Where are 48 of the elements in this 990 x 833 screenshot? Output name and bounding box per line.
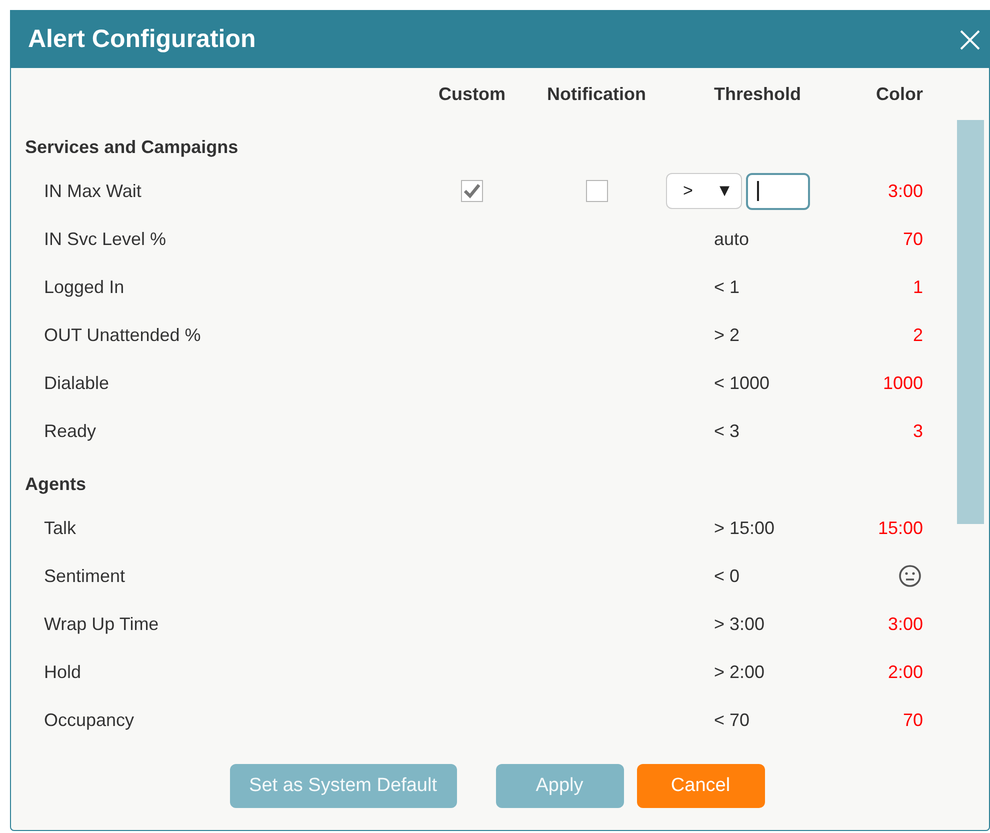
window-title: Alert Configuration (28, 25, 256, 54)
color-value: 3:00 (888, 180, 923, 202)
close-icon[interactable] (959, 28, 981, 50)
color-value: 15:00 (878, 518, 923, 538)
action-button[interactable]: Cancel (636, 764, 764, 808)
row-label: Occupancy (43, 710, 136, 730)
column-header: Custom (438, 84, 506, 104)
column-header: Threshold (713, 84, 802, 104)
color-value: 2:00 (888, 662, 923, 682)
row-label: IN Max Wait (43, 180, 142, 202)
threshold-text: > 15:00 (713, 518, 776, 538)
threshold-input[interactable] (746, 172, 810, 210)
threshold-text: < 70 (713, 710, 751, 730)
column-header: Color (876, 84, 923, 104)
threshold-text: > 2 (713, 324, 741, 346)
row-label: Sentiment (43, 566, 126, 586)
section-header: Agents (25, 472, 88, 496)
row-label: Ready (43, 420, 98, 442)
color-value: 70 (902, 710, 923, 730)
row-label: OUT Unattended % (43, 324, 202, 346)
row-label: IN Svc Level % (43, 228, 168, 250)
threshold-text: > 2:00 (713, 662, 766, 682)
color-value: 1000 (882, 372, 923, 394)
custom-checkbox[interactable] (461, 180, 483, 202)
row-label: Dialable (43, 372, 110, 394)
row-label: Wrap Up Time (43, 614, 160, 634)
section-header: Services and Campaigns (25, 136, 240, 159)
row-label: Hold (43, 662, 82, 682)
threshold-text: < 0 (713, 566, 741, 586)
color-value: 2 (912, 324, 923, 346)
action-button[interactable]: Set as System Default (230, 764, 456, 808)
threshold-text: < 3 (713, 420, 741, 442)
scrollbar-thumb[interactable] (957, 120, 984, 524)
threshold-text: > 3:00 (713, 614, 766, 634)
action-button[interactable]: Apply (496, 764, 624, 808)
column-header: Notification (547, 84, 646, 104)
color-value: 1 (912, 276, 923, 298)
notification-checkbox[interactable] (586, 180, 608, 202)
row-label: Talk (43, 518, 78, 538)
operator-dropdown[interactable]: > ▼ (666, 173, 742, 209)
threshold-text: < 1 (713, 276, 741, 298)
color-value: 70 (902, 228, 923, 250)
neutral-face-icon (898, 564, 922, 588)
threshold-text: < 1000 (713, 372, 771, 394)
row-label: Logged In (43, 276, 126, 298)
color-value: 3:00 (888, 614, 923, 634)
threshold-text: auto (713, 228, 750, 250)
color-value: 3 (912, 420, 923, 442)
